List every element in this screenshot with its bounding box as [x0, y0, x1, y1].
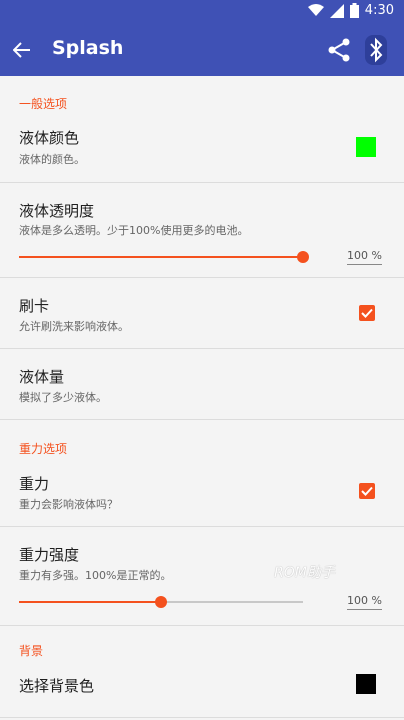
- background-color-title: 选择背景色: [19, 677, 95, 695]
- wifi-icon: [307, 4, 324, 16]
- gravity-subtitle: 重力会影响液体吗？: [19, 498, 118, 511]
- status-time: 4:30: [364, 3, 394, 18]
- gravity-strength-slider[interactable]: [19, 594, 303, 610]
- check-icon: [361, 486, 373, 496]
- gravity-strength-title: 重力强度: [19, 546, 80, 564]
- signal-icon: [329, 3, 344, 18]
- back-button[interactable]: [8, 36, 36, 64]
- divider: [0, 277, 404, 278]
- divider: [0, 419, 404, 420]
- back-arrow-icon: [13, 42, 30, 58]
- section-gravity: 重力选项: [19, 442, 68, 456]
- gravity-checkbox[interactable]: [359, 483, 375, 499]
- check-icon: [361, 308, 373, 318]
- swipe-title: 刷卡: [19, 297, 50, 315]
- liquid-opacity-title: 液体透明度: [19, 202, 95, 220]
- divider: [0, 625, 404, 626]
- settings-list: 一般选项 液体颜色 液体的颜色。 液体透明度 液体是多么透明。少于100%使用更…: [0, 76, 404, 720]
- battery-icon: [349, 3, 359, 18]
- divider: [0, 717, 404, 718]
- liquid-amount-subtitle: 模拟了多少液体。: [19, 391, 107, 404]
- background-color-swatch[interactable]: [356, 674, 376, 694]
- gravity-title: 重力: [19, 475, 50, 493]
- liquid-color-subtitle: 液体的颜色。: [19, 153, 85, 166]
- slider-fill: [19, 601, 161, 603]
- section-general: 一般选项: [19, 97, 68, 111]
- gravity-strength-value: 100 %: [347, 594, 382, 610]
- swipe-subtitle: 允许刷洗来影响液体。: [19, 320, 129, 333]
- section-background: 背景: [19, 644, 44, 658]
- divider: [0, 182, 404, 183]
- app-bar: Splash: [0, 24, 404, 76]
- share-button[interactable]: [326, 37, 352, 63]
- liquid-opacity-slider[interactable]: [19, 249, 309, 265]
- swipe-checkbox[interactable]: [359, 305, 375, 321]
- status-icons: 4:30: [307, 3, 394, 18]
- liquid-color-title: 液体颜色: [19, 129, 80, 147]
- bluetooth-icon: [365, 35, 387, 65]
- divider: [0, 526, 404, 527]
- share-icon: [328, 38, 350, 62]
- watermark-text: ROM助手: [274, 565, 335, 581]
- app-title: Splash: [52, 37, 124, 59]
- divider: [0, 348, 404, 349]
- slider-thumb[interactable]: [155, 596, 167, 608]
- bluetooth-button[interactable]: [362, 35, 390, 65]
- status-bar: 4:30: [0, 0, 404, 24]
- liquid-color-swatch[interactable]: [356, 137, 376, 157]
- liquid-opacity-subtitle: 液体是多么透明。少于100%使用更多的电池。: [19, 224, 249, 237]
- liquid-opacity-value: 100 %: [347, 249, 382, 265]
- liquid-amount-title: 液体量: [19, 368, 65, 386]
- slider-fill: [19, 256, 303, 258]
- slider-thumb[interactable]: [297, 251, 309, 263]
- gravity-strength-subtitle: 重力有多强。100%是正常的。: [19, 569, 172, 582]
